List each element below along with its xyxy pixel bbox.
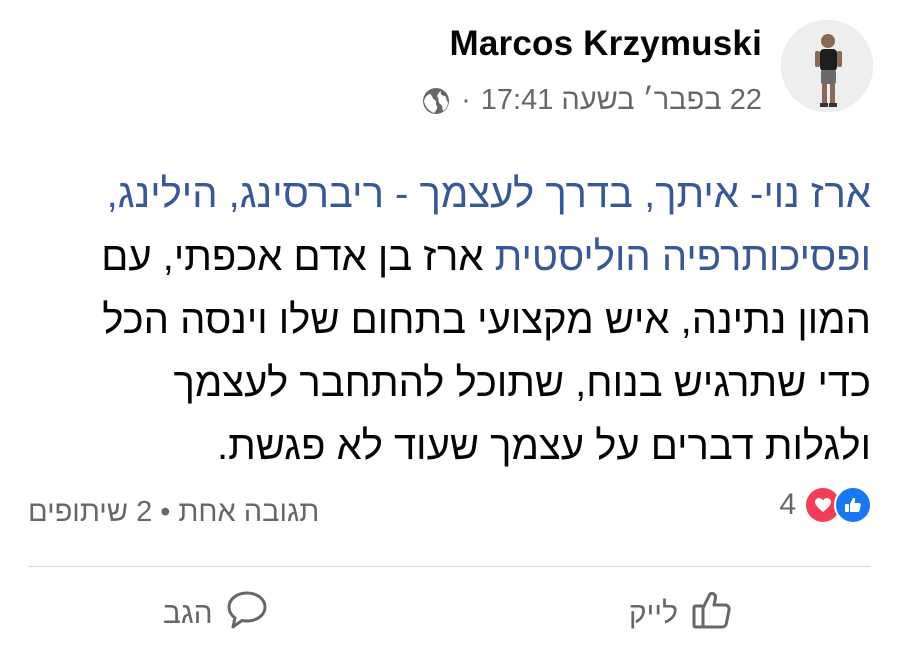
comment-count[interactable]: תגובה אחת [178,496,319,529]
facebook-post: Marcos Krzymuski 22 בפבר׳ בשעה 17:41 · א… [0,0,899,668]
reaction-icons [804,486,872,524]
post-timestamp[interactable]: 22 בפבר׳ בשעה 17:41 [481,84,762,117]
stats-dot: • [160,496,171,528]
author-avatar[interactable] [781,20,873,112]
share-count[interactable]: 2 שיתופים [28,496,152,529]
post-text-line: כדי שתרגיש בנוח, שתוכל להתחבר לעצמך [173,361,872,405]
comment-label: הגב [163,597,213,630]
page-link[interactable]: ופסיכותרפיה הוליסטית [495,235,871,279]
post-text-line: ופסיכותרפיה הוליסטית ארז בן אדם אכפתי, ע… [28,226,871,289]
author-name[interactable]: Marcos Krzymuski [450,24,763,64]
globe-icon[interactable] [421,86,451,116]
meta-separator: · [461,84,471,116]
avatar-person-icon [781,20,873,112]
like-icon [834,486,872,524]
page-link[interactable]: ארז נוי- איתך, בדרך לעצמך - ריברסינג, הי… [107,172,871,216]
post-text-segment: ארז בן אדם אכפתי, עם [101,235,495,279]
comment-bubble-icon [225,588,269,640]
actions-divider [28,566,871,567]
post-text-line: ארז נוי- איתך, בדרך לעצמך - ריברסינג, הי… [28,163,871,226]
reaction-count: 4 [779,488,796,521]
post-text-line: ולגלות דברים על עצמך שעוד לא פגשת. [217,424,871,468]
post-text: ארז נוי- איתך, בדרך לעצמך - ריברסינג, הי… [28,163,871,478]
like-button[interactable]: לייק [629,588,734,640]
post-meta: 22 בפבר׳ בשעה 17:41 · [421,84,762,117]
thumbs-up-icon [690,588,734,640]
reactions-summary[interactable]: 4 [779,486,872,524]
post-text-line: המון נתינה, איש מקצועי בתחום שלו וינסה ה… [102,298,871,342]
comment-button[interactable]: הגב [163,588,269,640]
post-stats: תגובה אחת • 2 שיתופים [28,496,319,529]
like-label: לייק [628,597,678,630]
reactions-row: 4 [779,486,872,524]
